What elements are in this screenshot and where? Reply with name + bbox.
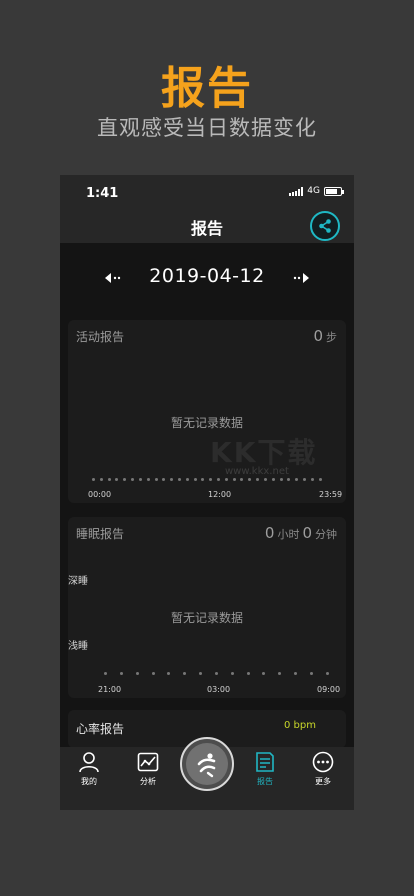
activity-tick-end: 23:59 (319, 490, 343, 499)
activity-tick-mid: 12:00 (208, 490, 232, 499)
activity-empty-text: 暂无记录数据 (170, 416, 243, 430)
share-icon (319, 219, 331, 233)
nav-bar: 报告 (60, 209, 354, 243)
promo-subtitle: 直观感受当日数据变化 (97, 116, 317, 140)
runner-icon (197, 753, 216, 778)
center-action-button[interactable] (180, 737, 234, 791)
status-indicators: 4G (289, 186, 344, 196)
sleep-report-card[interactable]: 睡眠报告 0 小时 0 分钟 深睡 暂无记录数据 浅睡 21:00 03:00 … (68, 517, 346, 698)
sleep-timeline-dots (104, 672, 329, 675)
activity-steps: 0 步 (313, 327, 337, 345)
next-date-button[interactable] (284, 269, 312, 287)
heart-rate-value: 0 bpm (284, 720, 316, 731)
tab-report[interactable]: 报告 (240, 751, 290, 787)
battery-icon (324, 186, 344, 196)
sleep-minutes: 0 (302, 524, 312, 542)
sleep-minutes-unit: 分钟 (315, 528, 337, 541)
steps-unit: 步 (326, 331, 337, 344)
status-bar: 1:41 4G (60, 175, 354, 209)
tab-bar: 我的 分析 报告 更多 (60, 737, 354, 810)
tab-more[interactable]: 更多 (298, 751, 348, 787)
signal-icon (289, 186, 304, 196)
sleep-tick-start: 21:00 (98, 685, 122, 694)
deep-sleep-label: 深睡 (68, 576, 88, 587)
tab-me[interactable]: 我的 (64, 751, 114, 787)
date-navigator: 2019-04-12 (60, 243, 354, 315)
network-type: 4G (307, 186, 320, 196)
watermark-url: www.kkx.net (225, 466, 289, 477)
sleep-duration: 0 小时 0 分钟 (265, 524, 337, 542)
tab-me-label: 我的 (81, 777, 97, 786)
activity-tick-start: 00:00 (88, 490, 112, 499)
person-icon (79, 752, 99, 773)
steps-value: 0 (313, 327, 323, 345)
phone-screen: 1:41 4G 报告 2019-04-12 活动报告 0 步 暂无记录数据 00… (60, 175, 354, 810)
activity-report-title: 活动报告 (76, 330, 125, 344)
tab-analysis-label: 分析 (140, 777, 156, 786)
tab-more-label: 更多 (315, 777, 331, 786)
tab-analysis[interactable]: 分析 (123, 751, 173, 787)
light-sleep-label: 浅睡 (68, 641, 88, 652)
sleep-tick-mid: 03:00 (207, 685, 231, 694)
share-button[interactable] (310, 211, 340, 241)
report-icon (256, 752, 274, 772)
chart-icon (137, 752, 159, 772)
sleep-hours: 0 (264, 524, 275, 542)
sleep-empty-text: 暂无记录数据 (170, 611, 243, 625)
activity-timeline-dots (92, 478, 322, 481)
promo-title: 报告 (161, 63, 253, 114)
more-icon (312, 751, 334, 773)
watermark-logo: KK下载 (210, 436, 318, 469)
status-time: 1:41 (86, 186, 119, 201)
sleep-tick-end: 09:00 (317, 685, 341, 694)
activity-report-card[interactable]: 活动报告 0 步 暂无记录数据 00:00 12:00 23:59 (68, 320, 346, 503)
arrow-right-icon (293, 273, 309, 283)
heart-report-title: 心率报告 (76, 722, 125, 736)
sleep-hours-unit: 小时 (277, 528, 300, 541)
sleep-report-title: 睡眠报告 (76, 527, 125, 541)
tab-report-label: 报告 (257, 777, 273, 786)
